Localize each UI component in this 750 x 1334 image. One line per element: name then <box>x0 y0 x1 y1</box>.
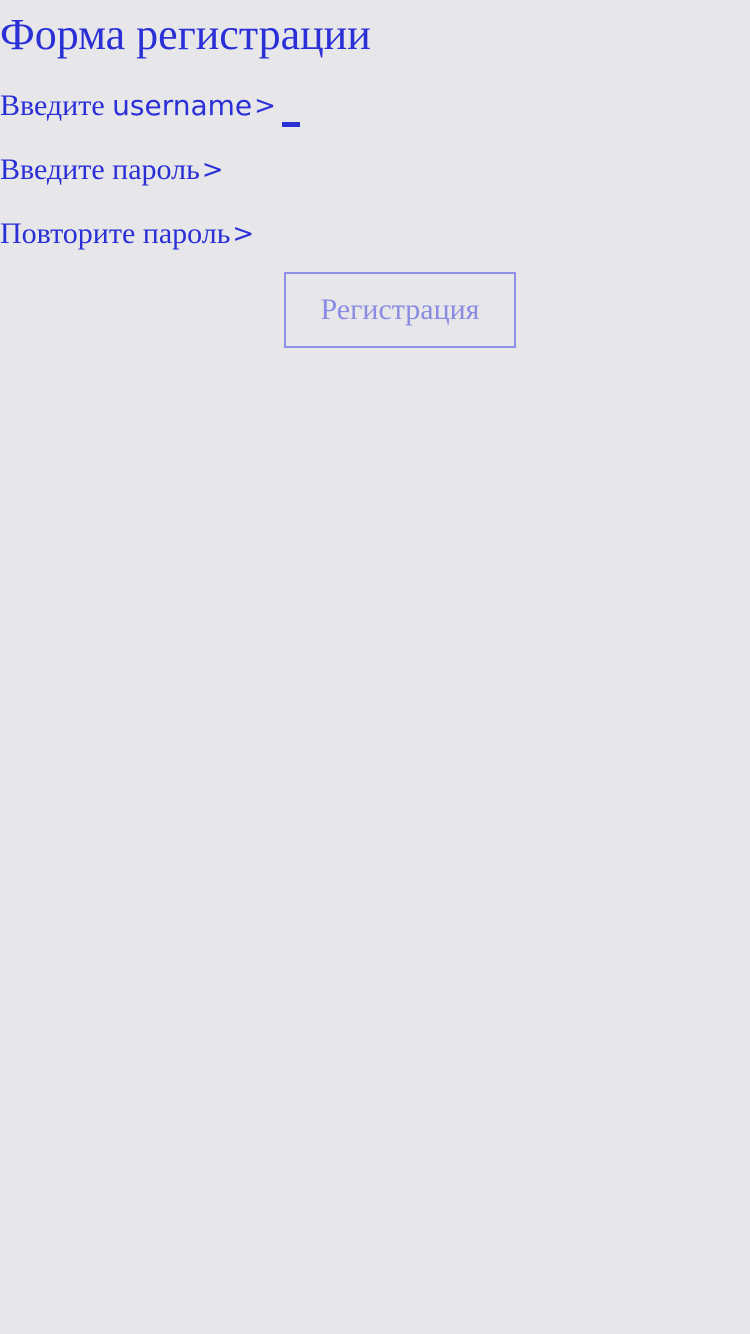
username-label: Введите username <box>0 86 252 126</box>
page-title: Форма регистрации <box>0 10 371 59</box>
username-prompt: > <box>254 91 276 121</box>
username-row: Введите username > <box>0 86 406 126</box>
password-input[interactable] <box>233 152 354 188</box>
repeat-password-row: Повторите пароль > <box>0 214 385 254</box>
repeat-password-label: Повторите пароль <box>0 217 231 250</box>
username-label-prefix: Введите <box>0 89 113 122</box>
repeat-password-input[interactable] <box>264 216 385 252</box>
username-label-word: username <box>112 89 253 122</box>
username-input[interactable] <box>285 88 406 124</box>
password-prompt: > <box>201 155 224 185</box>
text-cursor <box>282 122 300 127</box>
password-row: Введите пароль > <box>0 150 354 190</box>
register-button[interactable]: Регистрация <box>284 272 516 348</box>
repeat-password-prompt: > <box>232 219 255 249</box>
password-label: Введите пароль <box>0 153 200 186</box>
